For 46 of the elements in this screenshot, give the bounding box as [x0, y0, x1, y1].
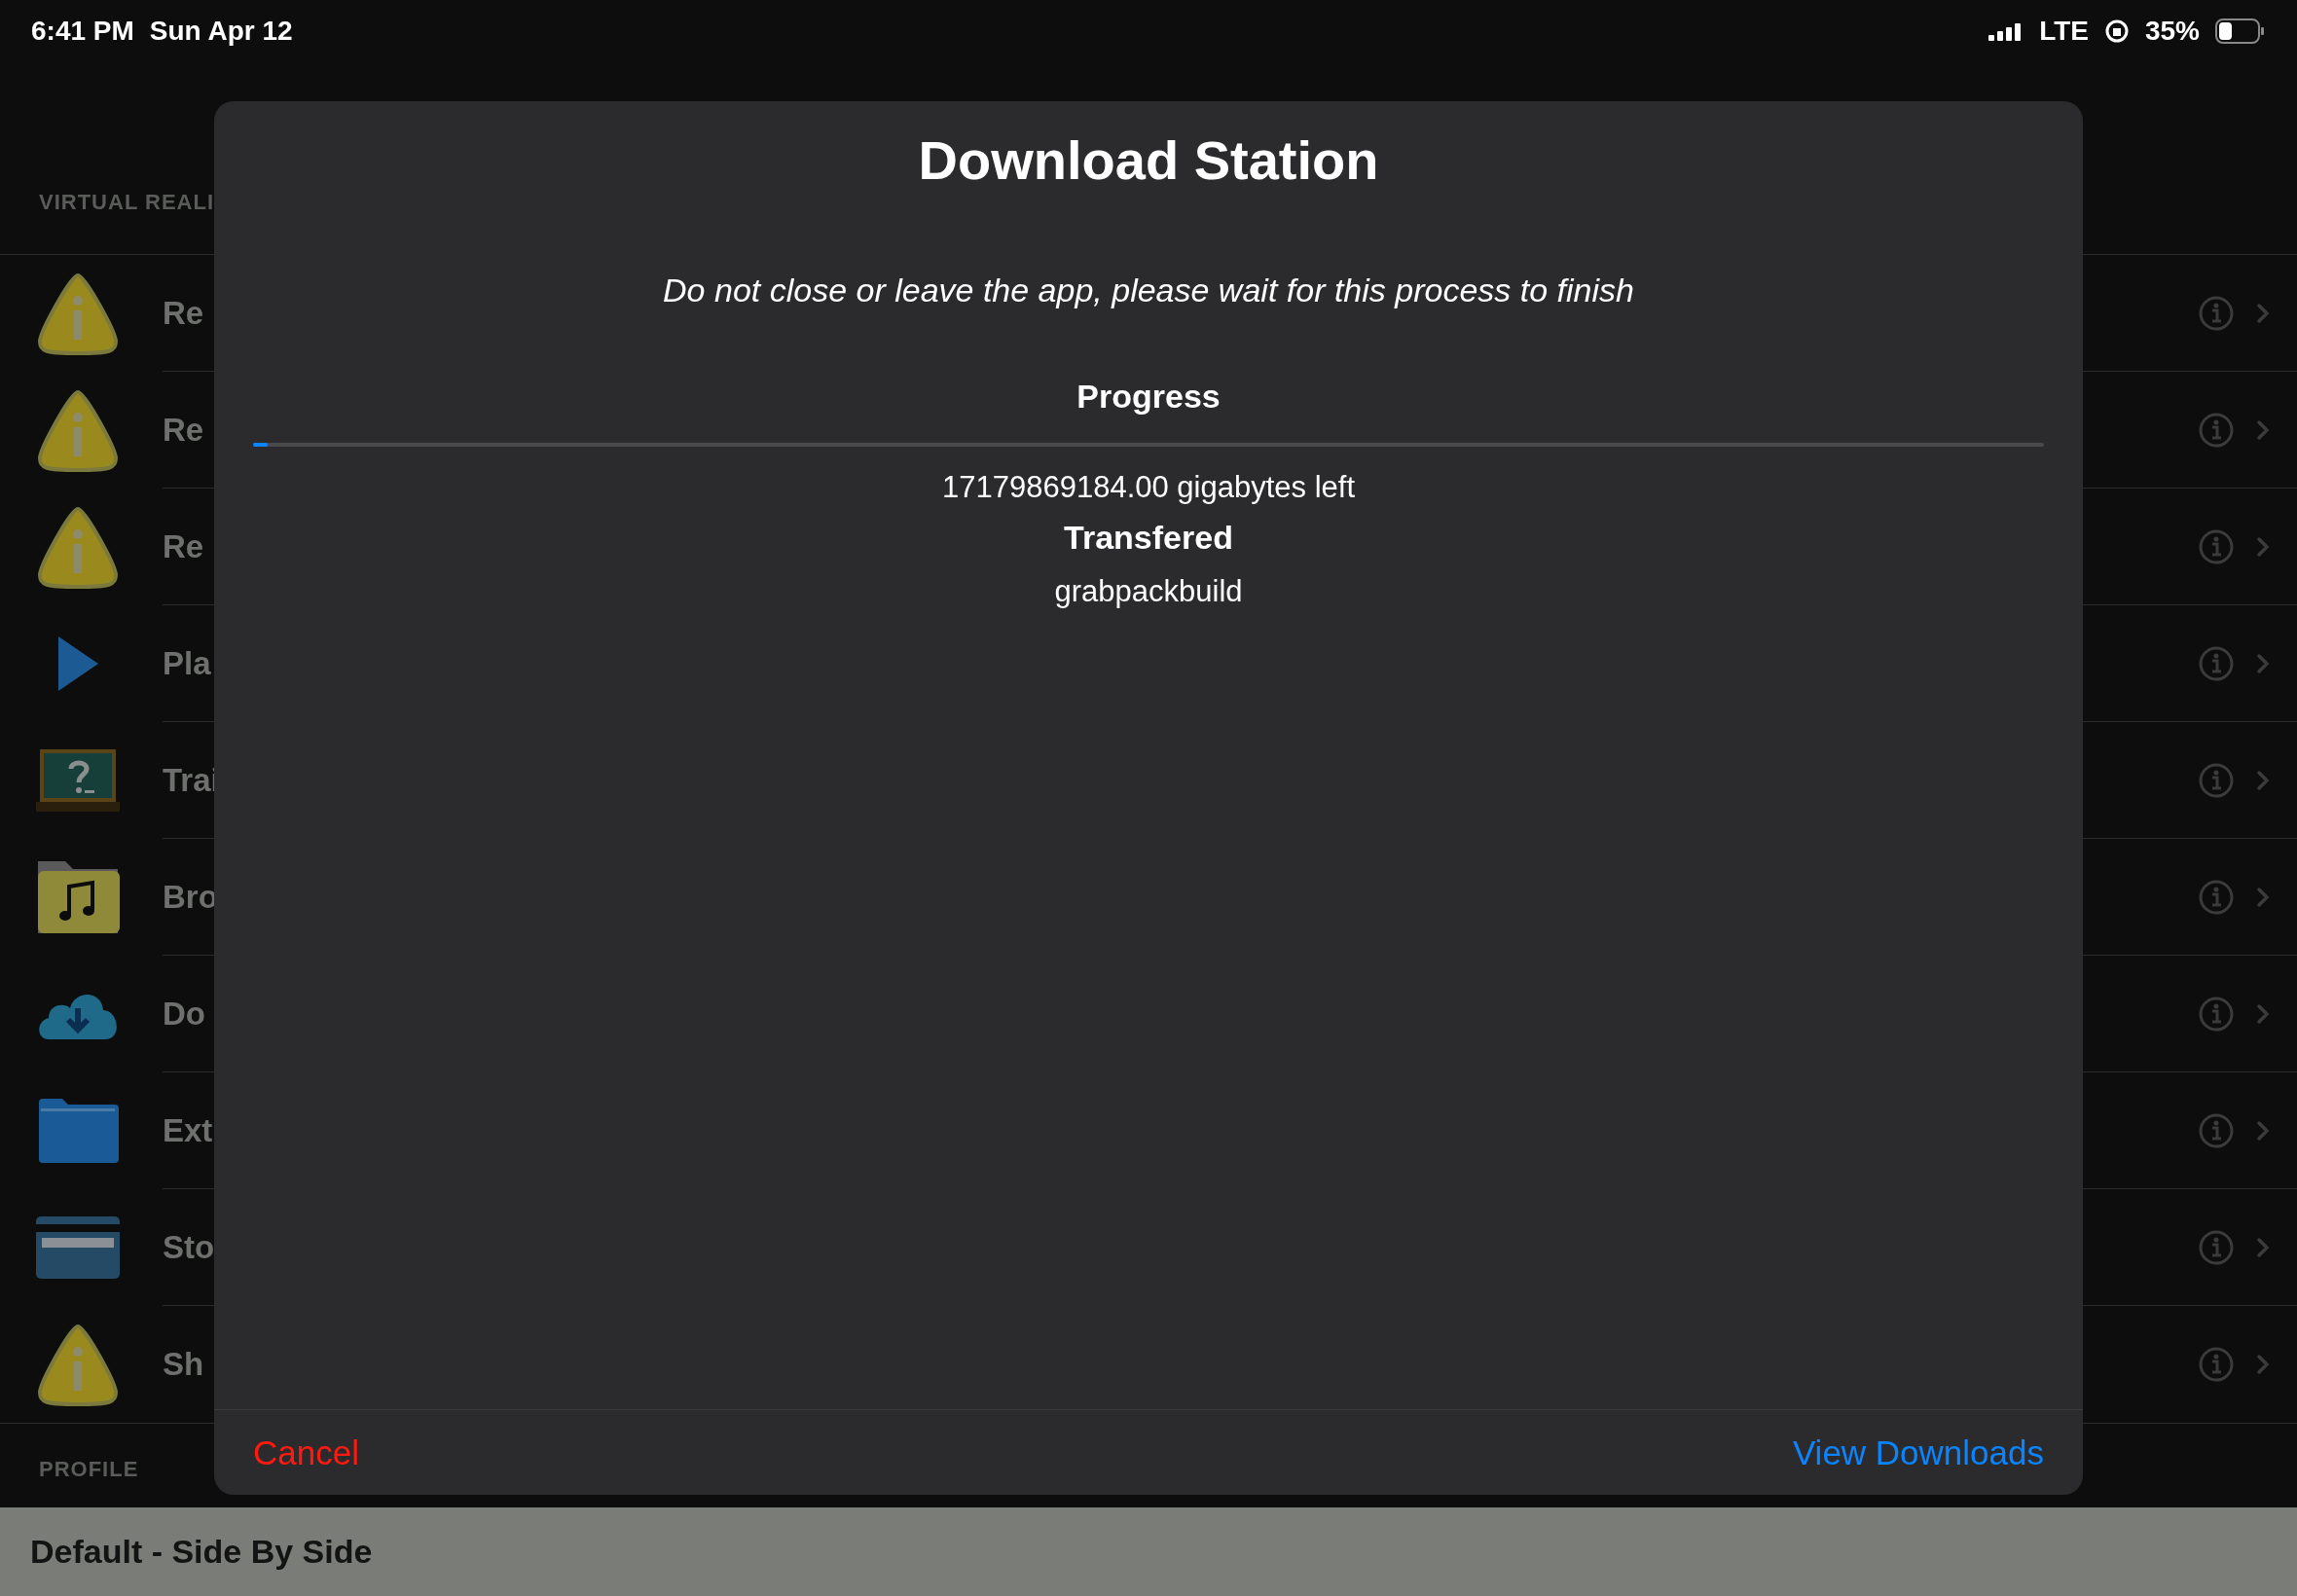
dialog-title: Download Station: [918, 128, 1379, 192]
info-icon[interactable]: [2198, 294, 2235, 332]
profile-row[interactable]: Default - Side By Side: [0, 1506, 2297, 1596]
dialog-message: Do not close or leave the app, please wait for this process to finish: [663, 272, 1634, 309]
music-folder-icon: [35, 859, 120, 936]
info-icon[interactable]: [2198, 1228, 2235, 1266]
profile-name: Default - Side By Side: [30, 1532, 373, 1571]
progress-label: Progress: [1076, 378, 1221, 416]
status-time: 6:41 PM: [31, 15, 134, 47]
chevron-right-icon: [2256, 535, 2270, 558]
status-date: Sun Apr 12: [149, 15, 293, 47]
chevron-right-icon: [2256, 1119, 2270, 1142]
warning-icon: [35, 272, 120, 356]
info-icon[interactable]: [2198, 995, 2235, 1033]
info-icon[interactable]: [2198, 644, 2235, 682]
network-label: LTE: [2039, 15, 2089, 47]
warning-icon: [35, 1323, 120, 1407]
cancel-button[interactable]: Cancel: [253, 1433, 359, 1472]
chevron-right-icon: [2256, 302, 2270, 324]
remaining-text: 17179869184.00 gigabytes left: [942, 470, 1355, 505]
transferred-label: Transfered: [1064, 519, 1233, 557]
chevron-right-icon: [2256, 886, 2270, 908]
battery-icon: [2215, 18, 2266, 44]
chevron-right-icon: [2256, 769, 2270, 791]
battery-percent: 35%: [2144, 15, 2200, 47]
card-icon: [35, 1216, 120, 1280]
info-icon[interactable]: [2198, 527, 2235, 565]
rotation-lock-icon: [2103, 18, 2130, 44]
info-icon[interactable]: [2198, 878, 2235, 916]
section-header: VIRTUAL REALI: [39, 190, 215, 215]
chevron-right-icon: [2256, 418, 2270, 441]
view-downloads-button[interactable]: View Downloads: [1792, 1433, 2044, 1472]
section-header: PROFILE: [39, 1457, 139, 1482]
warning-icon: [35, 388, 120, 473]
chevron-right-icon: [2256, 652, 2270, 674]
info-icon[interactable]: [2198, 761, 2235, 799]
chevron-right-icon: [2256, 1236, 2270, 1258]
chalkboard-icon: [35, 747, 120, 815]
file-name: grabpackbuild: [1054, 574, 1243, 609]
info-icon[interactable]: [2198, 1346, 2235, 1384]
info-icon[interactable]: [2198, 411, 2235, 449]
folder-icon: [36, 1099, 119, 1164]
chevron-right-icon: [2256, 1002, 2270, 1025]
warning-icon: [35, 505, 120, 590]
chevron-right-icon: [2256, 1354, 2270, 1376]
info-icon[interactable]: [2198, 1111, 2235, 1149]
